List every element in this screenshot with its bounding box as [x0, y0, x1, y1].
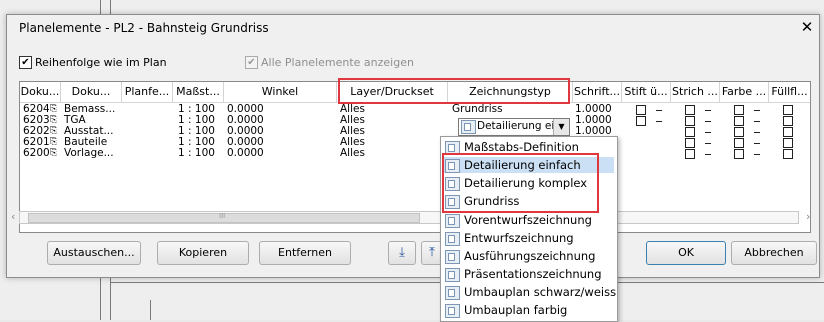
document-icon: ⎘: [50, 115, 58, 125]
menu-item[interactable]: Grundriss: [442, 193, 614, 209]
copy-button[interactable]: Kopieren: [157, 241, 249, 265]
drawing-type-icon: [445, 232, 460, 246]
drawing-type-value: Grundriss: [452, 103, 503, 115]
fill-checkbox[interactable]: [783, 127, 793, 137]
drawing-type-icon: [445, 159, 460, 173]
line-dash: [705, 121, 711, 122]
menu-item[interactable]: Detailierung komplex: [442, 175, 614, 191]
color-dash: [754, 121, 760, 122]
pen-dash: [656, 121, 662, 122]
color-checkbox[interactable]: [734, 116, 744, 126]
column-header-planfeld[interactable]: Planfe...: [122, 82, 173, 103]
drawing-type-icon: [445, 286, 460, 300]
line-dash: [705, 154, 711, 155]
scroll-right-icon[interactable]: ›: [806, 210, 810, 223]
drawing-type-icon: [445, 250, 460, 264]
column-header-fill[interactable]: Füllfl...: [769, 82, 810, 103]
column-header-doc-nr[interactable]: Doku...: [20, 82, 61, 103]
line-dash: [705, 132, 711, 133]
line-dash: [705, 143, 711, 144]
show-all-label: Alle Planelemente anzeigen: [261, 56, 414, 69]
drawing-line: [150, 300, 151, 320]
color-checkbox[interactable]: [734, 105, 744, 115]
drawing-type-icon: [445, 268, 460, 282]
color-checkbox[interactable]: [734, 127, 744, 137]
cancel-button[interactable]: Abbrechen: [731, 241, 817, 265]
chevron-down-icon[interactable]: ▼: [553, 119, 569, 135]
remove-button[interactable]: Entfernen: [259, 241, 351, 265]
move-down-button[interactable]: ⤓: [388, 241, 416, 265]
layer-value: Alles: [340, 147, 365, 159]
color-dash: [754, 132, 760, 133]
drawing-type-icon: [445, 214, 460, 228]
line-checkbox[interactable]: [685, 127, 695, 137]
drawing-type-icon: [461, 120, 476, 134]
column-header-drawing-type[interactable]: Zeichnungstyp: [448, 82, 573, 103]
close-icon[interactable]: ✕: [797, 17, 817, 37]
drawing-type-icon: [445, 304, 460, 318]
color-dash: [754, 143, 760, 144]
horizontal-scrollbar[interactable]: ‹ III ›: [11, 210, 810, 224]
color-dash: [754, 110, 760, 111]
fill-checkbox[interactable]: [783, 105, 793, 115]
pen-checkbox[interactable]: [636, 116, 646, 126]
menu-item[interactable]: Maßstabs-Definition: [442, 139, 614, 155]
column-header-angle[interactable]: Winkel: [224, 82, 337, 103]
replace-button[interactable]: Austauschen...: [47, 241, 141, 265]
planelemente-dialog: Planelemente - PL2 - Bahnsteig Grundriss…: [6, 14, 820, 278]
column-header-layer[interactable]: Layer/Druckset: [337, 82, 448, 103]
document-icon: ⎘: [50, 148, 58, 158]
scale-value: 1 : 100: [178, 147, 215, 159]
fill-checkbox[interactable]: [783, 116, 793, 126]
column-header-line[interactable]: Strich ...: [671, 82, 720, 103]
drawing-type-icon: [445, 177, 460, 191]
scroll-left-icon[interactable]: ‹: [11, 210, 15, 223]
color-checkbox[interactable]: [734, 138, 744, 148]
doc-name: Vorlage...: [64, 147, 114, 159]
fill-checkbox[interactable]: [783, 149, 793, 159]
menu-item[interactable]: Präsentationszeichnung: [442, 266, 614, 282]
menu-item[interactable]: Entwurfszeichnung: [442, 230, 614, 246]
drawing-type-dropdown[interactable]: Detailierung einf ▼: [458, 118, 570, 136]
menu-item[interactable]: Umbauplan schwarz/weiss: [442, 284, 616, 300]
pen-checkbox[interactable]: [636, 105, 646, 115]
menu-item[interactable]: Ausführungszeichnung: [442, 248, 614, 264]
order-label: Reihenfolge wie im Plan: [35, 56, 167, 69]
color-dash: [754, 154, 760, 155]
dialog-title: Planelemente - PL2 - Bahnsteig Grundriss: [19, 21, 269, 35]
ok-button[interactable]: OK: [646, 241, 726, 265]
scrollbar-thumb[interactable]: III: [28, 212, 420, 223]
column-header-color[interactable]: Farbe ...: [720, 82, 769, 103]
menu-item[interactable]: Umbauplan farbig: [442, 302, 614, 318]
line-checkbox[interactable]: [685, 105, 695, 115]
show-all-checkbox: ✔: [245, 56, 258, 69]
drawing-type-icon: [445, 195, 460, 209]
column-header-font[interactable]: Schrift...: [573, 82, 622, 103]
document-icon: ⎘: [50, 137, 58, 147]
document-icon: ⎘: [50, 126, 58, 136]
angle-value: 0.0000: [227, 147, 264, 159]
drawing-type-icon: [445, 141, 460, 155]
document-icon: ⎘: [50, 104, 58, 114]
color-checkbox[interactable]: [734, 149, 744, 159]
line-checkbox[interactable]: [685, 138, 695, 148]
scroll-grip: III: [219, 212, 226, 220]
menu-item[interactable]: Vorentwurfszeichnung: [442, 212, 614, 228]
menu-item-selected[interactable]: Detailierung einfach: [442, 157, 614, 173]
drawing-type-current-value: Detailierung einf: [477, 120, 565, 132]
line-dash: [705, 110, 711, 111]
line-checkbox[interactable]: [685, 116, 695, 126]
column-header-pen[interactable]: Stift ü...: [622, 82, 671, 103]
order-checkbox[interactable]: ✔: [19, 56, 32, 69]
column-header-doc-name[interactable]: Doku...: [61, 82, 122, 103]
line-checkbox[interactable]: [685, 149, 695, 159]
fill-checkbox[interactable]: [783, 138, 793, 148]
pen-dash: [656, 110, 662, 111]
doc-nr: 6200: [23, 147, 50, 159]
drawing-type-menu: Maßstabs-Definition Detailierung einfach…: [440, 136, 618, 322]
column-header-scale[interactable]: Maßst...: [173, 82, 224, 103]
